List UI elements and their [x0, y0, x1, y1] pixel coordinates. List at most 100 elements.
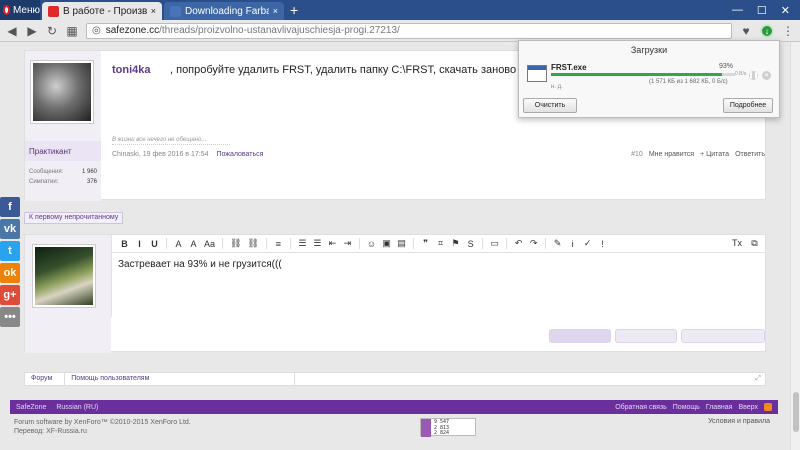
tab-close-icon[interactable]: ×: [273, 6, 278, 16]
terms-link[interactable]: Условия и правила: [708, 418, 770, 425]
editor-tool-icon[interactable]: ☺: [367, 239, 376, 249]
bookmark-heart-icon[interactable]: ♥: [740, 24, 752, 38]
share-googleplus-icon[interactable]: g+: [0, 285, 20, 305]
editor-tool-icon[interactable]: ⛓: [247, 238, 258, 249]
editor-tool-icon[interactable]: ⧉: [750, 238, 759, 249]
reply-link[interactable]: Ответить: [735, 151, 765, 158]
share-facebook-icon[interactable]: f: [0, 197, 20, 217]
reply-textarea[interactable]: Застревает на 93% и не грузится(((: [112, 253, 767, 276]
editor-tool-icon[interactable]: ▭: [490, 238, 499, 249]
footer-links: Обратная связь Помощь Главная Вверх: [615, 403, 772, 411]
editor-tool-icon[interactable]: S: [466, 239, 475, 249]
home-link[interactable]: Главная: [706, 404, 733, 411]
editor-tool-icon[interactable]: ▣: [382, 238, 391, 249]
editor-tool-icon[interactable]: ⇥: [343, 238, 352, 249]
visit-counter[interactable]: 9 547 2 813 2 824: [420, 418, 476, 437]
top-link[interactable]: Вверх: [738, 404, 758, 411]
tab-close-icon[interactable]: ×: [151, 6, 156, 16]
tab-title: В работе - Произвольно уст: [63, 5, 147, 17]
editor-tool-icon[interactable]: ✎: [553, 238, 562, 249]
rss-icon[interactable]: [764, 403, 772, 411]
more-options-button[interactable]: [681, 329, 765, 343]
tab-inactive[interactable]: Downloading Farbar Recove ×: [164, 2, 284, 20]
download-file-name[interactable]: FRST.exe: [551, 63, 587, 72]
pause-icon[interactable]: ❚❚: [748, 71, 759, 80]
scrollbar-thumb[interactable]: [793, 392, 799, 432]
copyright-text[interactable]: Forum software by XenForo™ ©2010-2015 Xe…: [14, 418, 191, 427]
language-selector[interactable]: Russian (RU): [56, 404, 98, 411]
share-vkontakte-icon[interactable]: vk: [0, 219, 20, 239]
browser-menu-button[interactable]: Меню: [0, 0, 40, 20]
report-link[interactable]: Пожаловаться: [216, 151, 263, 158]
breadcrumb-item-help[interactable]: Помощь пользователям: [65, 372, 296, 386]
pin-icon[interactable]: ⤢: [751, 375, 765, 383]
toolbar-separator: [413, 238, 415, 249]
tab-title: Downloading Farbar Recove: [185, 5, 269, 17]
page-favicon-icon: [170, 5, 181, 17]
extensions-icon[interactable]: ⋮: [782, 24, 794, 38]
upload-file-button[interactable]: [615, 329, 677, 343]
editor-tool-icon[interactable]: !: [598, 239, 607, 249]
editor-tool-icon[interactable]: ☰: [298, 238, 307, 249]
download-details-button[interactable]: Подробнее: [723, 98, 773, 113]
new-tab-button[interactable]: +: [290, 0, 298, 20]
editor-tool-icon[interactable]: ⛓: [230, 238, 241, 249]
editor-tool-icon[interactable]: Aa: [204, 239, 215, 249]
editor-tool-icon[interactable]: ⌗: [436, 238, 445, 249]
editor-tool-icon[interactable]: Tx: [732, 238, 742, 249]
speed-dial-grid-icon[interactable]: ▦: [66, 24, 78, 38]
signature-divider: [112, 144, 230, 145]
first-unread-link[interactable]: К первому непрочитанному: [24, 212, 124, 224]
download-progress-bar: [551, 73, 735, 76]
reply-submit-button[interactable]: [549, 329, 611, 343]
editor-tool-icon[interactable]: ≡: [274, 239, 283, 249]
share-more-icon[interactable]: •••: [0, 307, 20, 327]
post-date[interactable]: Chinaski, 19 фев 2016 в 17:54: [112, 151, 208, 158]
downloads-title: Загрузки: [630, 45, 668, 55]
editor-tool-icon[interactable]: ☰: [313, 238, 322, 249]
quote-link[interactable]: + Цитата: [700, 151, 729, 158]
globe-icon: ◎: [92, 25, 101, 36]
url-input[interactable]: ◎ safezone.cc/threads/proizvolno-ustanav…: [86, 22, 732, 39]
address-bar: ◀ ▶ ↻ ▦ ◎ safezone.cc/threads/proizvolno…: [0, 20, 800, 42]
editor-tool-icon[interactable]: ↷: [529, 238, 538, 249]
editor-tool-icon[interactable]: I: [135, 239, 144, 249]
editor-tool-icon[interactable]: ⇤: [328, 238, 337, 249]
cancel-icon[interactable]: ✕: [762, 71, 771, 80]
footer-home-link[interactable]: SafeZone: [16, 404, 46, 411]
share-odnoklassniki-icon[interactable]: ok: [0, 263, 20, 283]
tab-active[interactable]: В работе - Произвольно уст ×: [42, 2, 162, 20]
editor-tool-icon[interactable]: A: [189, 239, 198, 249]
page-scrollbar[interactable]: [790, 42, 800, 450]
maximize-icon[interactable]: ☐: [757, 4, 767, 17]
share-twitter-icon[interactable]: t: [0, 241, 20, 261]
minimize-icon[interactable]: —: [732, 4, 743, 16]
breadcrumb-item-forum[interactable]: Форум: [25, 372, 66, 386]
feedback-link[interactable]: Обратная связь: [615, 404, 667, 411]
editor-tool-icon[interactable]: ↶: [514, 238, 523, 249]
download-icon[interactable]: ↓: [760, 23, 774, 38]
editor-tool-icon[interactable]: A: [174, 239, 183, 249]
editor-tool-icon[interactable]: U: [150, 239, 159, 249]
stat-value: 1 960: [81, 169, 97, 175]
editor-tool-icon[interactable]: i: [568, 239, 577, 249]
copyright: Forum software by XenForo™ ©2010-2015 Xe…: [14, 418, 191, 436]
reload-icon[interactable]: ↻: [46, 24, 58, 38]
close-window-icon[interactable]: ✕: [781, 4, 790, 17]
post-author-link[interactable]: toni4ka: [112, 64, 151, 76]
editor-tool-icon[interactable]: ▤: [397, 238, 406, 249]
clear-downloads-button[interactable]: Очистить: [523, 98, 577, 113]
download-status: н. д.: [551, 84, 563, 90]
avatar[interactable]: [33, 245, 95, 307]
post-number[interactable]: #10: [631, 151, 643, 158]
avatar[interactable]: [31, 61, 93, 123]
like-link[interactable]: Мне нравится: [649, 151, 694, 158]
back-arrow-icon[interactable]: ◀: [6, 24, 18, 38]
editor-tool-icon[interactable]: ✓: [583, 238, 592, 249]
editor-tool-icon[interactable]: ❞: [421, 238, 430, 249]
forward-arrow-icon[interactable]: ▶: [26, 24, 38, 38]
editor-tool-icon[interactable]: B: [120, 239, 129, 249]
editor-tool-icon[interactable]: ⚑: [451, 238, 460, 249]
help-link[interactable]: Помощь: [673, 404, 700, 411]
translation-credit[interactable]: Перевод: XF-Russia.ru: [14, 427, 191, 436]
